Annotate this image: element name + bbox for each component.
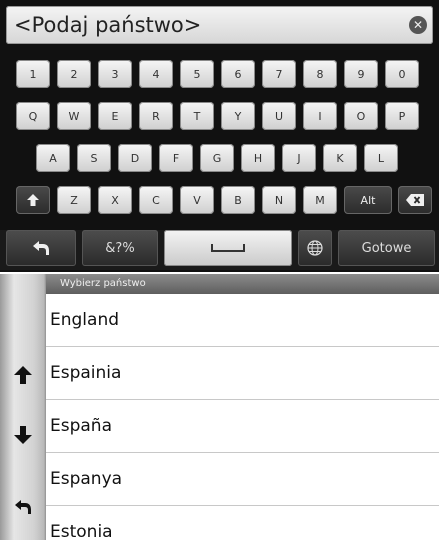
key-j[interactable]: J: [282, 144, 316, 172]
space-icon: [211, 244, 245, 252]
shift-key[interactable]: [16, 186, 50, 214]
backspace-icon: [406, 194, 424, 206]
scroll-up-button[interactable]: [8, 360, 38, 390]
key-w[interactable]: W: [57, 102, 91, 130]
list-item-label: España: [50, 416, 112, 436]
key-m[interactable]: M: [303, 186, 337, 214]
key-c[interactable]: C: [139, 186, 173, 214]
keyboard-row-qwerty: Q W E R T Y U I O P: [0, 102, 439, 130]
key-8[interactable]: 8: [303, 60, 337, 88]
done-button[interactable]: Gotowe: [338, 230, 435, 266]
keyboard-row-numbers: 1 2 3 4 5 6 7 8 9 0: [0, 60, 439, 88]
key-s[interactable]: S: [77, 144, 111, 172]
key-a[interactable]: A: [36, 144, 70, 172]
key-v[interactable]: V: [180, 186, 214, 214]
country-list-screen: Wybierz państwo England Espainia España …: [0, 274, 439, 540]
globe-icon: [307, 240, 323, 256]
key-p[interactable]: P: [385, 102, 419, 130]
list-item[interactable]: Espanya: [46, 453, 439, 506]
key-6[interactable]: 6: [221, 60, 255, 88]
key-i[interactable]: I: [303, 102, 337, 130]
key-5[interactable]: 5: [180, 60, 214, 88]
list-item-label: England: [50, 310, 120, 330]
list-item[interactable]: Estonia: [46, 506, 439, 540]
back-icon: [33, 241, 49, 255]
key-n[interactable]: N: [262, 186, 296, 214]
key-b[interactable]: B: [221, 186, 255, 214]
list-item-label: Espainia: [50, 363, 122, 383]
back-icon: [15, 500, 31, 514]
key-d[interactable]: D: [118, 144, 152, 172]
space-button[interactable]: [164, 230, 292, 266]
shift-icon: [27, 194, 39, 206]
arrow-up-icon: [14, 366, 32, 384]
key-2[interactable]: 2: [57, 60, 91, 88]
back-button[interactable]: [6, 230, 76, 266]
arrow-down-icon: [14, 426, 32, 444]
symbols-button[interactable]: &?%: [82, 230, 158, 266]
clear-icon[interactable]: ✕: [409, 16, 427, 34]
country-list: England Espainia España Espanya Estonia: [46, 294, 439, 540]
language-button[interactable]: [298, 230, 332, 266]
key-f[interactable]: F: [159, 144, 193, 172]
key-9[interactable]: 9: [344, 60, 378, 88]
search-input[interactable]: [6, 6, 391, 44]
keyboard-row-asdf: A S D F G H J K L: [0, 144, 439, 172]
side-rail: [0, 274, 46, 540]
key-o[interactable]: O: [344, 102, 378, 130]
list-item[interactable]: England: [46, 294, 439, 347]
key-x[interactable]: X: [98, 186, 132, 214]
list-item-label: Espanya: [50, 469, 123, 489]
key-t[interactable]: T: [180, 102, 214, 130]
key-h[interactable]: H: [241, 144, 275, 172]
key-l[interactable]: L: [364, 144, 398, 172]
keyboard-screen: ✕ 1 2 3 4 5 6 7 8 9 0 Q W E R T Y U I O …: [0, 0, 439, 272]
keyboard-row-zxcv: Z X C V B N M Alt: [0, 186, 439, 214]
key-3[interactable]: 3: [98, 60, 132, 88]
list-item-label: Estonia: [50, 522, 113, 540]
list-header: Wybierz państwo: [46, 274, 439, 294]
backspace-key[interactable]: [398, 186, 432, 214]
keyboard: 1 2 3 4 5 6 7 8 9 0 Q W E R T Y U I O P …: [0, 50, 439, 225]
key-g[interactable]: G: [200, 144, 234, 172]
back-list-button[interactable]: [8, 492, 38, 522]
search-bar: ✕: [6, 6, 433, 44]
key-r[interactable]: R: [139, 102, 173, 130]
list-item[interactable]: España: [46, 400, 439, 453]
key-7[interactable]: 7: [262, 60, 296, 88]
key-0[interactable]: 0: [385, 60, 419, 88]
key-z[interactable]: Z: [57, 186, 91, 214]
list-item[interactable]: Espainia: [46, 347, 439, 400]
keyboard-bottom-bar: &?% Gotowe: [0, 230, 439, 270]
key-q[interactable]: Q: [16, 102, 50, 130]
key-e[interactable]: E: [98, 102, 132, 130]
key-k[interactable]: K: [323, 144, 357, 172]
key-u[interactable]: U: [262, 102, 296, 130]
key-4[interactable]: 4: [139, 60, 173, 88]
key-y[interactable]: Y: [221, 102, 255, 130]
scroll-down-button[interactable]: [8, 420, 38, 450]
alt-key[interactable]: Alt: [344, 186, 392, 214]
key-1[interactable]: 1: [16, 60, 50, 88]
